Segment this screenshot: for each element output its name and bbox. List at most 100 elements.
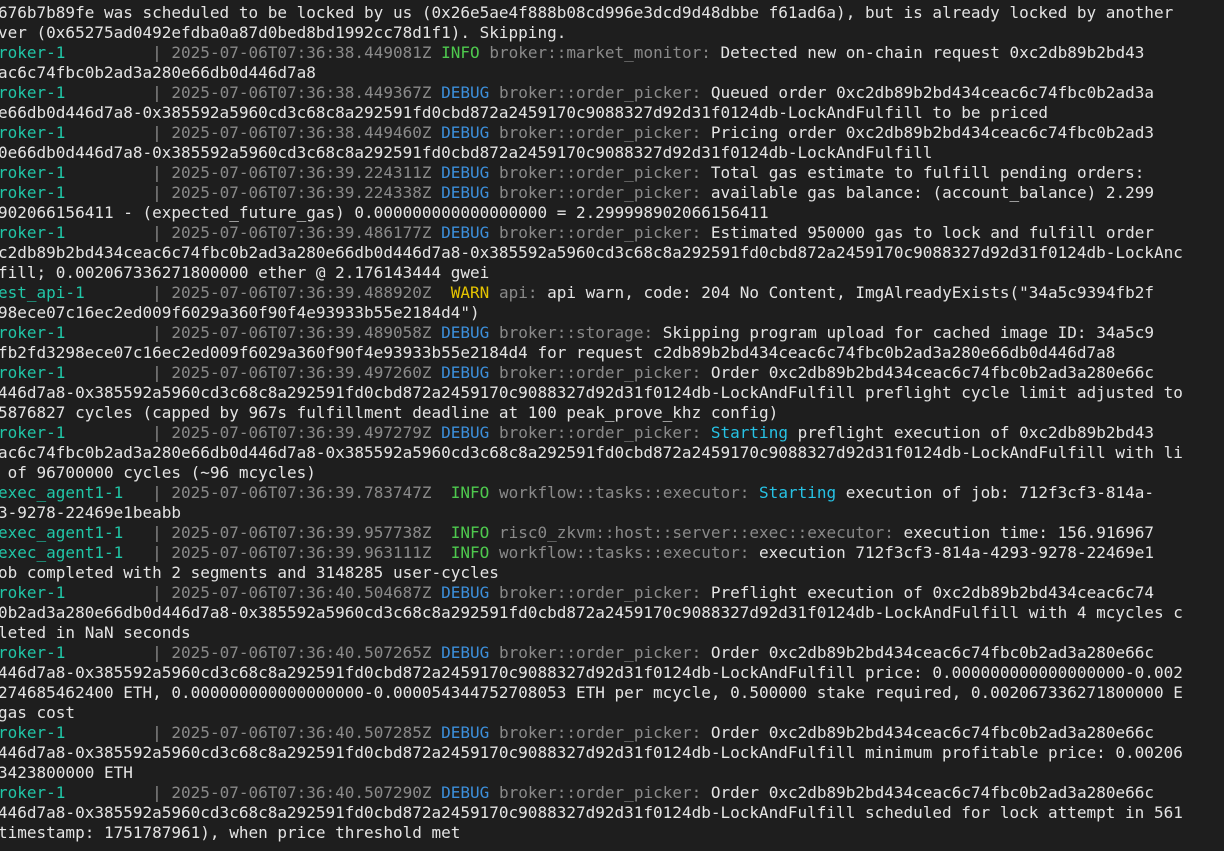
service-padding — [65, 583, 152, 602]
log-message: Order 0xc2db89b2bd434ceac6c74fbc0b2ad3a2… — [710, 643, 1154, 662]
service-name: roker-1 — [0, 363, 66, 382]
log-line: roker-1 | 2025-07-06T07:36:40.507290Z DE… — [0, 783, 1224, 803]
module-path: broker::storage: — [498, 323, 654, 342]
service-name: roker-1 — [0, 423, 66, 442]
log-message: execution time: 156.916967 — [903, 523, 1154, 542]
log-level: DEBUG — [441, 323, 490, 342]
separator: | — [152, 723, 172, 742]
log-continuation-line: 446d7a8-0x385592a5960cd3c68c8a292591fd0c… — [0, 743, 1224, 763]
log-message: 446d7a8-0x385592a5960cd3c68c8a292591fd0c… — [0, 383, 1183, 402]
timestamp: 2025-07-06T07:36:39.489058Z — [171, 323, 432, 342]
timestamp: 2025-07-06T07:36:38.449460Z — [171, 123, 432, 142]
terminal-output[interactable]: 676b7b89fe was scheduled to be locked by… — [0, 3, 1224, 851]
service-padding — [65, 83, 152, 102]
log-continuation-line: 446d7a8-0x385592a5960cd3c68c8a292591fd0c… — [0, 383, 1224, 403]
log-line: exec_agent1-1 | 2025-07-06T07:36:39.9631… — [0, 543, 1224, 563]
log-continuation-line: 5876827 cycles (capped by 967s fulfillme… — [0, 403, 1224, 423]
service-name: exec_agent1-1 — [0, 543, 124, 562]
log-message: Pricing order 0xc2db89b2bd434ceac6c74fbc… — [710, 123, 1154, 142]
service-name: exec_agent1-1 — [0, 483, 124, 502]
timestamp: 2025-07-06T07:36:39.488920Z — [171, 283, 432, 302]
timestamp: 2025-07-06T07:36:39.963111Z — [171, 543, 432, 562]
timestamp: 2025-07-06T07:36:40.507290Z — [171, 783, 432, 802]
log-continuation-line: fb2fd3298ece07c16ec2ed009f6029a360f90f4e… — [0, 343, 1224, 363]
log-line: roker-1 | 2025-07-06T07:36:39.224338Z DE… — [0, 183, 1224, 203]
timestamp: 2025-07-06T07:36:40.507265Z — [171, 643, 432, 662]
log-message: 902066156411 - (expected_future_gas) 0.0… — [0, 203, 769, 222]
log-line: roker-1 | 2025-07-06T07:36:39.224311Z DE… — [0, 163, 1224, 183]
service-name: roker-1 — [0, 183, 66, 202]
service-padding — [65, 783, 152, 802]
service-padding — [123, 483, 152, 502]
log-message: of 96700000 cycles (~96 mcycles) — [0, 463, 316, 482]
log-message: 3423800000 ETH — [0, 763, 133, 782]
log-message: Order 0xc2db89b2bd434ceac6c74fbc0b2ad3a2… — [710, 723, 1154, 742]
service-name: roker-1 — [0, 163, 66, 182]
log-message: Queued order 0xc2db89b2bd434ceac6c74fbc0… — [710, 83, 1154, 102]
log-message: Preflight execution of 0xc2db89b2bd434ce… — [710, 583, 1154, 602]
log-level: DEBUG — [441, 643, 490, 662]
module-path: broker::order_picker: — [498, 163, 702, 182]
log-continuation-line: 3-9278-22469e1beabb — [0, 503, 1224, 523]
log-continuation-line: 274685462400 ETH, 0.000000000000000000-0… — [0, 683, 1224, 703]
log-message: 0b2ad3a280e66db0d446d7a8-0x385592a5960cd… — [0, 603, 1183, 622]
log-continuation-line: 902066156411 - (expected_future_gas) 0.0… — [0, 203, 1224, 223]
separator: | — [152, 223, 172, 242]
service-name: roker-1 — [0, 43, 66, 62]
service-padding — [123, 523, 152, 542]
log-line: roker-1 | 2025-07-06T07:36:40.507285Z DE… — [0, 723, 1224, 743]
log-line: roker-1 | 2025-07-06T07:36:39.489058Z DE… — [0, 323, 1224, 343]
module-path: workflow::tasks::executor: — [498, 483, 750, 502]
log-continuation-line: c2db89b2bd434ceac6c74fbc0b2ad3a280e66db0… — [0, 243, 1224, 263]
service-padding — [65, 423, 152, 442]
log-message: fill; 0.002067336271800000 ether @ 2.176… — [0, 263, 490, 282]
service-name: roker-1 — [0, 83, 66, 102]
log-message: Order 0xc2db89b2bd434ceac6c74fbc0b2ad3a2… — [710, 783, 1154, 802]
log-line: roker-1 | 2025-07-06T07:36:39.486177Z DE… — [0, 223, 1224, 243]
separator: | — [152, 643, 172, 662]
separator: | — [152, 283, 172, 302]
module-path: api: — [498, 283, 538, 302]
module-path: broker::order_picker: — [498, 83, 702, 102]
log-level: WARN — [441, 283, 490, 302]
service-name: est_api-1 — [0, 283, 85, 302]
module-path: broker::order_picker: — [498, 123, 702, 142]
module-path: broker::order_picker: — [498, 643, 702, 662]
log-message: ver (0x65275ad0492efdba0a87d0bed8bd1992c… — [0, 23, 567, 42]
service-padding — [65, 123, 152, 142]
log-continuation-line: 676b7b89fe was scheduled to be locked by… — [0, 3, 1224, 23]
log-level: INFO — [441, 523, 490, 542]
separator: | — [152, 183, 172, 202]
module-path: broker::market_monitor: — [489, 43, 711, 62]
log-message: leted in NaN seconds — [0, 623, 191, 642]
log-message: ac6c74fbc0b2ad3a280e66db0d446d7a8 — [0, 63, 316, 82]
log-continuation-line: fill; 0.002067336271800000 ether @ 2.176… — [0, 263, 1224, 283]
log-level: DEBUG — [441, 583, 490, 602]
service-name: roker-1 — [0, 223, 66, 242]
module-path: broker::order_picker: — [498, 223, 702, 242]
log-level: DEBUG — [441, 423, 490, 442]
service-name: roker-1 — [0, 323, 66, 342]
log-message: 446d7a8-0x385592a5960cd3c68c8a292591fd0c… — [0, 803, 1183, 822]
log-message: api warn, code: 204 No Content, ImgAlrea… — [547, 283, 1154, 302]
highlight-word: Starting — [759, 483, 837, 502]
service-padding — [123, 543, 152, 562]
timestamp: 2025-07-06T07:36:39.497279Z — [171, 423, 432, 442]
timestamp: 2025-07-06T07:36:40.504687Z — [171, 583, 432, 602]
timestamp: 2025-07-06T07:36:38.449367Z — [171, 83, 432, 102]
service-name: roker-1 — [0, 723, 66, 742]
separator: | — [152, 423, 172, 442]
log-line: est_api-1 | 2025-07-06T07:36:39.488920Z … — [0, 283, 1224, 303]
log-message: 98ece07c16ec2ed009f6029a360f90f4e93933b5… — [0, 303, 480, 322]
log-message: e66db0d446d7a8-0x385592a5960cd3c68c8a292… — [0, 103, 1048, 122]
timestamp: 2025-07-06T07:36:39.224338Z — [171, 183, 432, 202]
log-message: gas cost — [0, 703, 76, 722]
separator: | — [152, 83, 172, 102]
service-padding — [65, 643, 152, 662]
service-padding — [65, 163, 152, 182]
separator: | — [152, 483, 172, 502]
service-name: roker-1 — [0, 783, 66, 802]
timestamp: 2025-07-06T07:36:39.783747Z — [171, 483, 432, 502]
separator: | — [152, 163, 172, 182]
service-padding — [65, 43, 152, 62]
